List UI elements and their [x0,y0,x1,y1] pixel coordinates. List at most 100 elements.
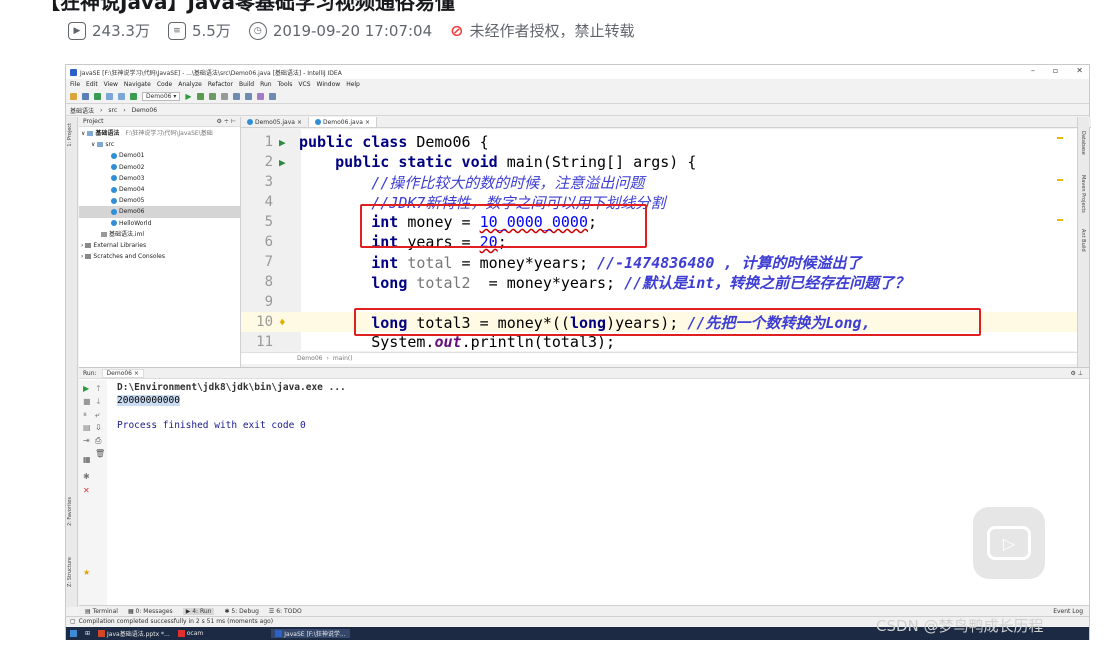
menu-build[interactable]: Build [239,81,254,88]
run-config-select[interactable]: Demo06 ▾ [142,92,181,101]
tree-class-item[interactable]: Demo04 [79,184,240,195]
tree-class-item[interactable]: Demo03 [79,173,240,184]
terminal-icon[interactable] [268,93,276,100]
pin-icon[interactable]: ✱ [83,472,90,481]
stop-icon[interactable] [220,93,228,100]
print-icon[interactable]: ⎙ [95,436,101,446]
task-view-icon[interactable]: ⊞ [85,630,90,637]
close-run-icon[interactable]: ✕ [83,486,90,495]
menu-window[interactable]: Window [317,81,341,88]
crumb-code-method[interactable]: main() [333,355,353,362]
crumb-project[interactable]: 基础语法 [70,106,94,115]
run-config-tab[interactable]: Demo06 × [101,368,144,378]
back-icon[interactable] [106,93,113,100]
menu-vcs[interactable]: VCS [298,81,310,88]
open-folder-icon[interactable] [70,93,77,100]
crumb-code-class[interactable]: Demo06 [297,355,322,362]
menu-tools[interactable]: Tools [278,81,293,88]
vcs-icon[interactable] [256,93,264,100]
minimize-button[interactable]: – [1031,66,1035,75]
menu-help[interactable]: Help [346,81,360,88]
run-toolbar: ▶ ↑ ■ ↓ ⏸ ⤶ ▤ ⇩ ⇥ ⎙ 🗑 ▦ ✱ ✕ ★ [79,380,107,606]
run-gutter-icon[interactable]: ▶ [273,136,299,149]
menu-edit[interactable]: Edit [86,81,98,88]
trash-icon[interactable]: 🗑 [95,449,105,458]
tree-root[interactable]: ∨ 基础语法 F:\狂神说学习\代码\JavaSE\基础 [79,128,240,139]
panel-settings-icon[interactable]: ⚙ ÷ ⊢ [217,118,236,125]
code-editor[interactable]: 1 ▶ public class Demo06 { 2 ▶ public stati… [241,129,1077,351]
crumb-class[interactable]: Demo06 [132,107,157,114]
menu-refactor[interactable]: Refactor [208,81,233,88]
tree-class-item[interactable]: Demo01 [79,150,240,161]
debug-icon[interactable] [196,93,204,100]
project-tool-tab[interactable]: 1: Project [67,123,73,147]
sdk-icon[interactable] [244,93,252,100]
run-gutter-icon[interactable]: ▶ [273,156,299,169]
tab-messages[interactable]: ▦ 0: Messages [128,608,173,615]
tree-external-libraries[interactable]: › External Libraries [79,240,240,251]
tab-terminal[interactable]: ▤ Terminal [85,608,118,615]
tab-demo05[interactable]: Demo05.java × [241,117,309,127]
build-icon[interactable] [130,93,137,100]
tab-run[interactable]: ▶ 4: Run [182,607,215,615]
run-icon[interactable]: ▶ [185,92,191,101]
chevron-right-icon: › [123,106,126,114]
close-tab-icon[interactable]: × [297,119,302,126]
maximize-button[interactable]: ▫ [1053,66,1058,75]
close-button[interactable]: ✕ [1076,66,1083,75]
pause-icon[interactable]: ⏸ [83,410,87,420]
sync-icon[interactable] [94,93,101,100]
up-icon[interactable]: ↑ [95,384,102,393]
forward-icon[interactable] [118,93,125,100]
taskbar-ppt[interactable]: Java基础语法.pptx *... [98,629,170,638]
crumb-src[interactable]: src [108,107,117,114]
run-settings-icon[interactable]: ⚙ ⊥ [1070,370,1089,377]
tree-scratches[interactable]: › Scratches and Consoles [79,251,240,262]
scroll-end-icon[interactable]: ⇩ [95,423,102,432]
tree-iml-file[interactable]: 基础语法.iml [79,229,240,240]
wrap-icon[interactable]: ⤶ [95,410,99,420]
project-panel-title[interactable]: Project [83,118,104,125]
down-icon[interactable]: ↓ [95,397,102,406]
tab-debug[interactable]: ✱ 5: Debug [224,608,258,615]
tree-src[interactable]: ∨ src [79,139,240,150]
menu-view[interactable]: View [104,81,118,88]
menu-analyze[interactable]: Analyze [178,81,202,88]
stop-icon[interactable]: ■ [83,397,91,406]
run-panel: Run: Demo06 × ⚙ ⊥ ▶ ↑ ■ ↓ ⏸ ⤶ ▤ ⇩ ⇥ ⎙ 🗑 … [79,367,1089,606]
close-tab-icon[interactable]: × [365,119,370,126]
menu-navigate[interactable]: Navigate [124,81,151,88]
bulb-icon[interactable]: ♦ [273,316,299,329]
structure-icon[interactable] [232,93,240,100]
menu-code[interactable]: Code [157,81,172,88]
login-icon[interactable]: ⇥ [83,436,90,445]
video-play-button[interactable]: ▷ [973,507,1045,579]
tree-class-item[interactable]: Demo02 [79,162,240,173]
main-toolbar: Demo06 ▾ ▶ [66,90,1089,104]
rerun-icon[interactable]: ▶ [83,384,89,393]
windows-start-icon[interactable] [70,630,77,637]
save-icon[interactable] [82,93,89,100]
event-log-tab[interactable]: Event Log [1053,608,1089,615]
menu-file[interactable]: File [70,81,80,88]
class-icon [111,164,117,171]
favorites-tool-tab[interactable]: 2: Favorites [67,497,73,526]
database-tool-tab[interactable]: Database [1080,131,1086,155]
layout-icon[interactable]: ▦ [83,455,91,464]
tab-demo06[interactable]: Demo06.java × [308,117,377,127]
taskbar-ocam[interactable]: ocam [177,630,203,637]
ant-tool-tab[interactable]: Ant Build [1080,229,1086,252]
tree-class-item[interactable]: Demo05 [79,195,240,206]
dump-icon[interactable]: ▤ [83,423,91,432]
danmaku-stat: ≡ 5.5万 [167,20,231,41]
tab-todo[interactable]: ☰ 6: TODO [269,608,302,615]
coverage-icon[interactable] [208,93,216,100]
taskbar-idea[interactable]: JavaSE [F:\狂神说学... [271,629,350,638]
tree-class-item[interactable]: HelloWorld [79,218,240,229]
console-output[interactable]: D:\Environment\jdk8\jdk\bin\java.exe ...… [117,382,346,432]
favorites-star-icon[interactable]: ★ [83,568,90,577]
structure-tool-tab[interactable]: Z: Structure [67,557,73,587]
menu-run[interactable]: Run [260,81,272,88]
maven-tool-tab[interactable]: Maven Projects [1080,175,1086,213]
tree-class-item-selected[interactable]: Demo06 [79,206,240,218]
